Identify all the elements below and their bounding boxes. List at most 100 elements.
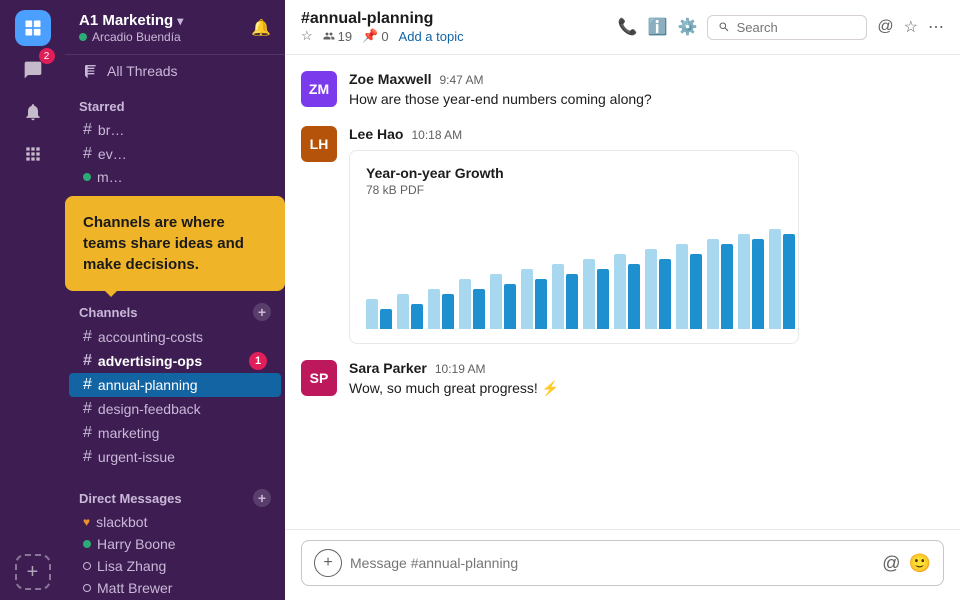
add-topic-link[interactable]: Add a topic [399, 29, 464, 44]
message-time: 10:19 AM [435, 362, 486, 376]
bar-dark [535, 279, 547, 329]
bar-light [738, 234, 750, 329]
bar-light [397, 294, 409, 329]
bar-dark [473, 289, 485, 329]
sidebar-item-all-threads[interactable]: All Threads [69, 55, 281, 87]
message-input-box: + @ 🙂 [301, 540, 944, 586]
message-author: Zoe Maxwell [349, 71, 431, 87]
bar-light [366, 299, 378, 329]
more-icon[interactable]: ⋯ [928, 17, 944, 37]
add-workspace-button[interactable]: + [15, 554, 51, 590]
app-sidebar: 2 + [0, 0, 65, 600]
bar-light [707, 239, 719, 329]
message-input[interactable] [350, 555, 874, 571]
hash-icon: # [83, 400, 92, 418]
search-box[interactable] [707, 15, 867, 40]
bar-group [490, 274, 516, 329]
message-row: SP Sara Parker 10:19 AM Wow, so much gre… [301, 360, 944, 399]
sidebar: A1 Marketing ▾ Arcadio Buendía 🔔 All Thr… [65, 0, 285, 600]
message-content: Zoe Maxwell 9:47 AM How are those year-e… [349, 71, 944, 110]
sidebar-item-marketing[interactable]: # marketing [69, 421, 281, 445]
channel-badge: 1 [249, 352, 267, 370]
sidebar-item-matt-brewer[interactable]: Matt Brewer [69, 577, 281, 599]
bar-group [769, 229, 795, 329]
sidebar-item-advertising-ops[interactable]: # advertising-ops 1 [69, 349, 281, 373]
member-count[interactable]: 19 [323, 29, 352, 44]
add-channel-button[interactable]: + [253, 303, 271, 321]
at-icon[interactable]: @ [877, 18, 893, 36]
message-header: Lee Hao 10:18 AM [349, 126, 944, 142]
dm-section: Direct Messages + ♥ slackbot Harry Boone… [65, 477, 285, 600]
sidebar-item-annual-planning[interactable]: # annual-planning [69, 373, 281, 397]
avatar: ZM [301, 71, 337, 107]
bar-dark [783, 234, 795, 329]
bar-light [769, 229, 781, 329]
sidebar-item-starred-m[interactable]: m… [69, 166, 281, 188]
dm-header[interactable]: Direct Messages + [65, 485, 285, 511]
bar-group [614, 254, 640, 329]
offline-dot [83, 562, 91, 570]
star-icon[interactable]: ☆ [904, 17, 918, 37]
bar-group [583, 259, 609, 329]
app-icon-dms[interactable]: 2 [15, 52, 51, 88]
sidebar-item-starred-ev[interactable]: # ev… [69, 142, 281, 166]
phone-icon[interactable]: 📞 [618, 17, 638, 37]
channels-header[interactable]: Channels + [65, 299, 285, 325]
pin-count[interactable]: 📌 0 [362, 28, 388, 44]
message-header: Zoe Maxwell 9:47 AM [349, 71, 944, 87]
attach-button[interactable]: + [314, 549, 342, 577]
tooltip-overlay: Channels are where teams share ideas and… [65, 196, 285, 291]
message-row: LH Lee Hao 10:18 AM Year-on-year Growth … [301, 126, 944, 344]
bar-light [490, 274, 502, 329]
bar-light [459, 279, 471, 329]
settings-icon[interactable]: ⚙️ [677, 17, 697, 37]
channels-section: Channels + # accounting-costs # advertis… [65, 291, 285, 477]
info-icon[interactable]: ℹ️ [648, 17, 668, 37]
sidebar-item-slackbot[interactable]: ♥ slackbot [69, 511, 281, 533]
workspace-chevron-icon: ▾ [177, 14, 183, 28]
bar-dark [690, 254, 702, 329]
emoji-icon[interactable]: 🙂 [909, 553, 931, 574]
sidebar-item-design-feedback[interactable]: # design-feedback [69, 397, 281, 421]
chart-subtitle: 78 kB PDF [366, 183, 782, 197]
hash-icon: # [83, 145, 92, 163]
main-content: #annual-planning ☆ 19 📌 0 Add a topic 📞 … [285, 0, 960, 600]
sidebar-item-starred-br[interactable]: # br… [69, 118, 281, 142]
bar-group [645, 249, 671, 329]
avatar: LH [301, 126, 337, 162]
hash-icon: # [83, 328, 92, 346]
bar-dark [752, 239, 764, 329]
hash-icon: # [83, 376, 92, 394]
messages-area: ZM Zoe Maxwell 9:47 AM How are those yea… [285, 55, 960, 529]
sidebar-item-urgent-issue[interactable]: # urgent-issue [69, 445, 281, 469]
message-header: Sara Parker 10:19 AM [349, 360, 944, 376]
bar-light [552, 264, 564, 329]
starred-section: Starred # br… # ev… m… [65, 87, 285, 196]
bar-light [676, 244, 688, 329]
message-time: 10:18 AM [411, 128, 462, 142]
bar-group [397, 294, 423, 329]
add-dm-button[interactable]: + [253, 489, 271, 507]
sidebar-item-lisa-zhang[interactable]: Lisa Zhang [69, 555, 281, 577]
workspace-name[interactable]: A1 Marketing ▾ [79, 12, 183, 29]
bar-group [552, 264, 578, 329]
notification-bell-icon[interactable]: 🔔 [251, 18, 271, 38]
starred-header[interactable]: Starred [65, 95, 285, 118]
bar-group [428, 289, 454, 329]
app-icon-activity[interactable] [15, 94, 51, 130]
search-input[interactable] [737, 20, 857, 35]
channel-title: #annual-planning [301, 10, 464, 28]
app-icon-home[interactable] [15, 10, 51, 46]
sidebar-item-harry-boone[interactable]: Harry Boone [69, 533, 281, 555]
chart-card[interactable]: Year-on-year Growth 78 kB PDF [349, 150, 799, 344]
channel-meta: ☆ 19 📌 0 Add a topic [301, 28, 464, 44]
bar-group [738, 234, 764, 329]
sidebar-item-accounting-costs[interactable]: # accounting-costs [69, 325, 281, 349]
online-dot [83, 173, 91, 181]
app-icon-more[interactable] [15, 136, 51, 172]
message-time: 9:47 AM [439, 73, 483, 87]
bar-dark [442, 294, 454, 329]
bar-dark [380, 309, 392, 329]
at-mention-icon[interactable]: @ [882, 553, 900, 574]
channel-star-icon[interactable]: ☆ [301, 28, 313, 44]
